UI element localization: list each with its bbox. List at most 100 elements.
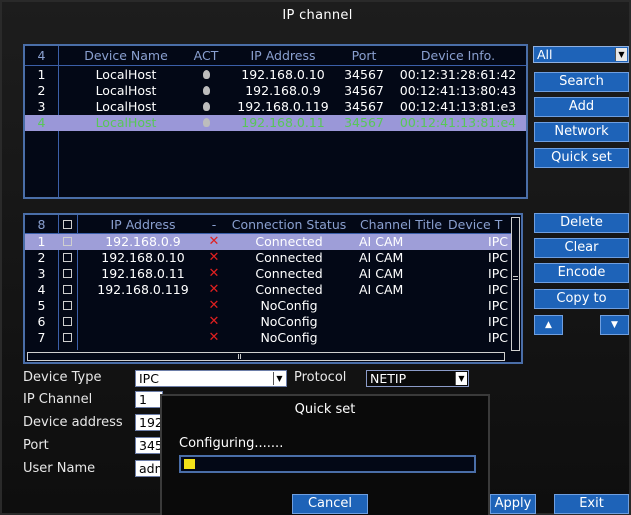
ip-channel-window: IP channel 4 Device Name ACT IP Address … xyxy=(0,0,631,515)
channel-title: AI CAM xyxy=(359,282,404,297)
row-number: 4 xyxy=(37,282,46,297)
port-input[interactable]: 345 xyxy=(135,437,163,454)
copy-to-button[interactable]: Copy to xyxy=(534,289,629,309)
channel-title: AI CAM xyxy=(359,234,404,249)
protocol-dropdown[interactable]: NETIP ▼ xyxy=(366,370,469,387)
protocol-value: NETIP xyxy=(370,371,407,386)
connection-status: NoConfig xyxy=(260,330,318,345)
user-name-input[interactable]: adm xyxy=(135,460,167,477)
connection-status: Connected xyxy=(255,266,323,281)
search-row-selected[interactable]: 4 LocalHost 192.168.0.11 34567 00:12:41:… xyxy=(25,115,526,131)
row-checkbox[interactable] xyxy=(63,237,72,246)
clear-button[interactable]: Clear xyxy=(534,238,629,258)
disconnect-x-icon[interactable]: ✕ xyxy=(203,250,225,266)
row-number: 3 xyxy=(37,99,46,114)
device-type: IPC xyxy=(488,282,508,297)
channel-title xyxy=(355,314,447,330)
row-checkbox[interactable] xyxy=(63,269,72,278)
device-name: LocalHost xyxy=(95,67,157,82)
filter-value: All xyxy=(537,47,553,62)
scroll-up-button[interactable]: ▲ xyxy=(534,315,563,335)
device-address-input[interactable]: 192 xyxy=(135,414,163,431)
channel-row[interactable]: 3 192.168.0.11 ✕ Connected AI CAM IPC xyxy=(25,266,513,282)
chevron-down-icon: ▼ xyxy=(615,48,627,61)
port: 34567 xyxy=(344,67,384,82)
search-row[interactable]: 3 LocalHost 192.168.0.119 34567 00:12:41… xyxy=(25,99,526,115)
disconnect-x-icon[interactable]: ✕ xyxy=(203,282,225,298)
search-button[interactable]: Search xyxy=(534,72,629,92)
ip-address xyxy=(83,330,203,346)
apply-button[interactable]: Apply xyxy=(490,494,536,514)
select-all-checkbox[interactable] xyxy=(63,220,72,229)
channel-row[interactable]: 5 ✕ NoConfig IPC xyxy=(25,298,513,314)
channel-title xyxy=(355,298,447,314)
add-button[interactable]: Add xyxy=(534,97,629,117)
delete-button[interactable]: Delete xyxy=(534,213,629,233)
activity-indicator-icon xyxy=(202,70,210,79)
row-checkbox[interactable] xyxy=(63,317,72,326)
device-type-label: Device Type xyxy=(23,370,102,385)
device-info: 00:12:41:13:81:e3 xyxy=(399,99,517,114)
port: 34567 xyxy=(344,115,384,130)
row-checkbox[interactable] xyxy=(63,333,72,342)
header-device-type: Device T xyxy=(448,217,503,232)
device-type-dropdown[interactable]: IPC ▼ xyxy=(135,370,287,387)
cancel-button[interactable]: Cancel xyxy=(292,494,368,514)
protocol-label: Protocol xyxy=(294,370,347,385)
search-table-header: 4 Device Name ACT IP Address Port Device… xyxy=(25,48,526,64)
triangle-down-icon: ▼ xyxy=(611,320,618,330)
filter-dropdown[interactable]: All ▼ xyxy=(533,46,629,63)
header-device-name: Device Name xyxy=(84,48,168,63)
window-title: IP channel xyxy=(282,8,353,23)
user-name-label: User Name xyxy=(23,461,96,476)
ip-address xyxy=(83,314,203,330)
device-type: IPC xyxy=(488,234,508,249)
exit-button[interactable]: Exit xyxy=(554,494,629,514)
device-name: LocalHost xyxy=(95,115,157,130)
row-number: 6 xyxy=(37,314,46,329)
row-checkbox[interactable] xyxy=(63,285,72,294)
vertical-scrollbar[interactable] xyxy=(511,217,520,351)
disconnect-x-icon[interactable]: ✕ xyxy=(203,266,225,282)
device-info: 00:12:31:28:61:42 xyxy=(399,67,517,82)
ip-address: 192.168.0.119 xyxy=(97,282,189,297)
connection-status: Connected xyxy=(255,250,323,265)
row-number: 7 xyxy=(37,330,46,345)
device-type: IPC xyxy=(488,330,508,345)
progress-bar xyxy=(179,455,476,473)
scroll-down-button[interactable]: ▼ xyxy=(600,315,629,335)
channel-row[interactable]: 7 ✕ NoConfig IPC xyxy=(25,330,513,346)
channel-table-header: 8 IP Address - Connection Status Channel… xyxy=(25,217,513,233)
port: 34567 xyxy=(344,99,384,114)
disconnect-x-icon[interactable]: ✕ xyxy=(203,314,225,330)
row-number: 4 xyxy=(37,115,46,130)
encode-button[interactable]: Encode xyxy=(534,263,629,283)
ip-address: 192.168.0.11 xyxy=(101,266,185,281)
device-name: LocalHost xyxy=(95,99,157,114)
ip-channel-input[interactable]: 1 xyxy=(135,391,163,408)
disconnect-x-icon[interactable]: ✕ xyxy=(203,330,225,346)
progress-bar-fill xyxy=(184,459,195,469)
channel-row[interactable]: 6 ✕ NoConfig IPC xyxy=(25,314,513,330)
disconnect-x-icon[interactable]: ✕ xyxy=(203,234,225,250)
header-device-info: Device Info. xyxy=(420,48,496,63)
port-label: Port xyxy=(23,438,49,453)
device-name: LocalHost xyxy=(95,83,157,98)
disconnect-x-icon[interactable]: ✕ xyxy=(203,298,225,314)
device-type: IPC xyxy=(488,314,508,329)
connection-status: Connected xyxy=(255,282,323,297)
channel-row-selected[interactable]: 1 192.168.0.9 ✕ Connected AI CAM IPC xyxy=(25,234,513,250)
connection-status: Connected xyxy=(255,234,323,249)
channel-row[interactable]: 4 192.168.0.119 ✕ Connected AI CAM IPC xyxy=(25,282,513,298)
row-checkbox[interactable] xyxy=(63,301,72,310)
search-row[interactable]: 2 LocalHost 192.168.0.9 34567 00:12:41:1… xyxy=(25,83,526,99)
quick-set-button[interactable]: Quick set xyxy=(534,148,629,168)
channel-row[interactable]: 2 192.168.0.10 ✕ Connected AI CAM IPC xyxy=(25,250,513,266)
header-count: 4 xyxy=(37,48,46,63)
channel-table: 8 IP Address - Connection Status Channel… xyxy=(23,213,523,364)
search-row[interactable]: 1 LocalHost 192.168.0.10 34567 00:12:31:… xyxy=(25,67,526,83)
row-checkbox[interactable] xyxy=(63,253,72,262)
network-button[interactable]: Network xyxy=(534,122,629,142)
horizontal-scrollbar[interactable] xyxy=(27,352,505,361)
row-number: 2 xyxy=(37,83,46,98)
